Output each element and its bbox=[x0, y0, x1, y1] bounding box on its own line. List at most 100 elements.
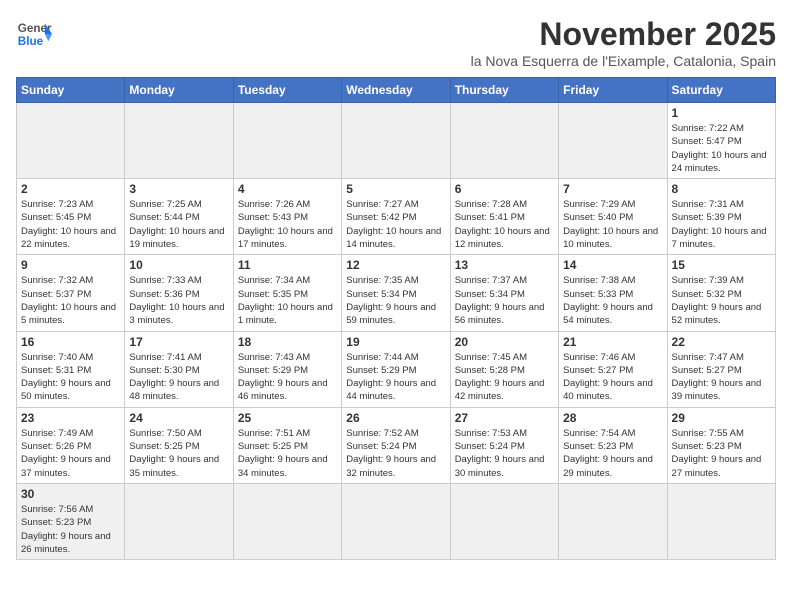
day-info: Sunrise: 7:23 AM Sunset: 5:45 PM Dayligh… bbox=[21, 198, 120, 251]
calendar-day: 20 Sunrise: 7:45 AM Sunset: 5:28 PM Dayli… bbox=[450, 331, 558, 407]
calendar-week-row: 30 Sunrise: 7:56 AM Sunset: 5:23 PM Dayli… bbox=[17, 483, 776, 559]
location-title: la Nova Esquerra de l'Eixample, Cataloni… bbox=[471, 53, 776, 69]
day-info: Sunrise: 7:53 AM Sunset: 5:24 PM Dayligh… bbox=[455, 427, 554, 480]
col-thursday: Thursday bbox=[450, 78, 558, 103]
day-info: Sunrise: 7:32 AM Sunset: 5:37 PM Dayligh… bbox=[21, 274, 120, 327]
day-info: Sunrise: 7:28 AM Sunset: 5:41 PM Dayligh… bbox=[455, 198, 554, 251]
day-number: 30 bbox=[21, 487, 120, 501]
col-monday: Monday bbox=[125, 78, 233, 103]
day-number: 4 bbox=[238, 182, 337, 196]
calendar-week-row: 1 Sunrise: 7:22 AM Sunset: 5:47 PM Daylig… bbox=[17, 103, 776, 179]
calendar-day: 7 Sunrise: 7:29 AM Sunset: 5:40 PM Daylig… bbox=[559, 179, 667, 255]
calendar-day bbox=[559, 103, 667, 179]
calendar-day bbox=[233, 483, 341, 559]
title-area: November 2025 la Nova Esquerra de l'Eixa… bbox=[471, 16, 776, 69]
calendar-day: 22Sunrise: 7:47 AM Sunset: 5:27 PM Dayli… bbox=[667, 331, 775, 407]
day-info: Sunrise: 7:26 AM Sunset: 5:43 PM Dayligh… bbox=[238, 198, 337, 251]
calendar-day: 10Sunrise: 7:33 AM Sunset: 5:36 PM Dayli… bbox=[125, 255, 233, 331]
day-number: 6 bbox=[455, 182, 554, 196]
calendar-week-row: 16 Sunrise: 7:40 AM Sunset: 5:31 PM Dayli… bbox=[17, 331, 776, 407]
day-info: Sunrise: 7:52 AM Sunset: 5:24 PM Dayligh… bbox=[346, 427, 445, 480]
logo-icon: General Blue bbox=[16, 16, 52, 52]
calendar-day bbox=[450, 483, 558, 559]
day-number: 29 bbox=[672, 411, 771, 425]
day-number: 25 bbox=[238, 411, 337, 425]
calendar-day bbox=[233, 103, 341, 179]
day-info: Sunrise: 7:44 AM Sunset: 5:29 PM Dayligh… bbox=[346, 351, 445, 404]
day-info: Sunrise: 7:38 AM Sunset: 5:33 PM Dayligh… bbox=[563, 274, 662, 327]
calendar-day: 18Sunrise: 7:43 AM Sunset: 5:29 PM Dayli… bbox=[233, 331, 341, 407]
day-info: Sunrise: 7:49 AM Sunset: 5:26 PM Dayligh… bbox=[21, 427, 120, 480]
calendar-day: 14 Sunrise: 7:38 AM Sunset: 5:33 PM Dayli… bbox=[559, 255, 667, 331]
calendar-day: 1 Sunrise: 7:22 AM Sunset: 5:47 PM Daylig… bbox=[667, 103, 775, 179]
calendar-day bbox=[17, 103, 125, 179]
day-info: Sunrise: 7:45 AM Sunset: 5:28 PM Dayligh… bbox=[455, 351, 554, 404]
calendar-week-row: 23Sunrise: 7:49 AM Sunset: 5:26 PM Dayli… bbox=[17, 407, 776, 483]
day-info: Sunrise: 7:39 AM Sunset: 5:32 PM Dayligh… bbox=[672, 274, 771, 327]
day-number: 7 bbox=[563, 182, 662, 196]
day-info: Sunrise: 7:33 AM Sunset: 5:36 PM Dayligh… bbox=[129, 274, 228, 327]
calendar-day: 19 Sunrise: 7:44 AM Sunset: 5:29 PM Dayli… bbox=[342, 331, 450, 407]
col-saturday: Saturday bbox=[667, 78, 775, 103]
header: General Blue November 2025 la Nova Esque… bbox=[16, 16, 776, 69]
day-number: 26 bbox=[346, 411, 445, 425]
logo: General Blue bbox=[16, 16, 52, 52]
day-info: Sunrise: 7:34 AM Sunset: 5:35 PM Dayligh… bbox=[238, 274, 337, 327]
calendar-day: 3 Sunrise: 7:25 AM Sunset: 5:44 PM Daylig… bbox=[125, 179, 233, 255]
day-info: Sunrise: 7:25 AM Sunset: 5:44 PM Dayligh… bbox=[129, 198, 228, 251]
day-number: 21 bbox=[563, 335, 662, 349]
day-info: Sunrise: 7:41 AM Sunset: 5:30 PM Dayligh… bbox=[129, 351, 228, 404]
calendar-day: 11Sunrise: 7:34 AM Sunset: 5:35 PM Dayli… bbox=[233, 255, 341, 331]
day-info: Sunrise: 7:56 AM Sunset: 5:23 PM Dayligh… bbox=[21, 503, 120, 556]
day-info: Sunrise: 7:27 AM Sunset: 5:42 PM Dayligh… bbox=[346, 198, 445, 251]
calendar-day: 16 Sunrise: 7:40 AM Sunset: 5:31 PM Dayli… bbox=[17, 331, 125, 407]
day-info: Sunrise: 7:50 AM Sunset: 5:25 PM Dayligh… bbox=[129, 427, 228, 480]
day-number: 15 bbox=[672, 258, 771, 272]
day-number: 8 bbox=[672, 182, 771, 196]
day-info: Sunrise: 7:43 AM Sunset: 5:29 PM Dayligh… bbox=[238, 351, 337, 404]
calendar-day: 17 Sunrise: 7:41 AM Sunset: 5:30 PM Dayli… bbox=[125, 331, 233, 407]
calendar-day bbox=[125, 103, 233, 179]
svg-text:Blue: Blue bbox=[18, 35, 44, 48]
calendar-day bbox=[342, 483, 450, 559]
day-number: 20 bbox=[455, 335, 554, 349]
calendar-day bbox=[667, 483, 775, 559]
calendar-week-row: 9Sunrise: 7:32 AM Sunset: 5:37 PM Daylig… bbox=[17, 255, 776, 331]
day-number: 1 bbox=[672, 106, 771, 120]
day-info: Sunrise: 7:40 AM Sunset: 5:31 PM Dayligh… bbox=[21, 351, 120, 404]
day-number: 28 bbox=[563, 411, 662, 425]
day-info: Sunrise: 7:55 AM Sunset: 5:23 PM Dayligh… bbox=[672, 427, 771, 480]
col-wednesday: Wednesday bbox=[342, 78, 450, 103]
calendar-day: 25Sunrise: 7:51 AM Sunset: 5:25 PM Dayli… bbox=[233, 407, 341, 483]
day-number: 27 bbox=[455, 411, 554, 425]
calendar-week-row: 2Sunrise: 7:23 AM Sunset: 5:45 PM Daylig… bbox=[17, 179, 776, 255]
calendar-day: 6 Sunrise: 7:28 AM Sunset: 5:41 PM Daylig… bbox=[450, 179, 558, 255]
day-number: 19 bbox=[346, 335, 445, 349]
day-info: Sunrise: 7:22 AM Sunset: 5:47 PM Dayligh… bbox=[672, 122, 771, 175]
col-sunday: Sunday bbox=[17, 78, 125, 103]
col-friday: Friday bbox=[559, 78, 667, 103]
calendar-day: 26 Sunrise: 7:52 AM Sunset: 5:24 PM Dayli… bbox=[342, 407, 450, 483]
day-info: Sunrise: 7:29 AM Sunset: 5:40 PM Dayligh… bbox=[563, 198, 662, 251]
day-number: 3 bbox=[129, 182, 228, 196]
calendar-day: 27 Sunrise: 7:53 AM Sunset: 5:24 PM Dayli… bbox=[450, 407, 558, 483]
day-number: 16 bbox=[21, 335, 120, 349]
day-info: Sunrise: 7:37 AM Sunset: 5:34 PM Dayligh… bbox=[455, 274, 554, 327]
calendar: Sunday Monday Tuesday Wednesday Thursday… bbox=[16, 77, 776, 560]
day-number: 5 bbox=[346, 182, 445, 196]
day-number: 24 bbox=[129, 411, 228, 425]
calendar-day bbox=[125, 483, 233, 559]
day-number: 13 bbox=[455, 258, 554, 272]
day-number: 12 bbox=[346, 258, 445, 272]
month-title: November 2025 bbox=[471, 16, 776, 53]
calendar-day: 2Sunrise: 7:23 AM Sunset: 5:45 PM Daylig… bbox=[17, 179, 125, 255]
calendar-day bbox=[559, 483, 667, 559]
day-number: 14 bbox=[563, 258, 662, 272]
day-info: Sunrise: 7:35 AM Sunset: 5:34 PM Dayligh… bbox=[346, 274, 445, 327]
col-tuesday: Tuesday bbox=[233, 78, 341, 103]
calendar-day: 21Sunrise: 7:46 AM Sunset: 5:27 PM Dayli… bbox=[559, 331, 667, 407]
day-info: Sunrise: 7:54 AM Sunset: 5:23 PM Dayligh… bbox=[563, 427, 662, 480]
day-number: 17 bbox=[129, 335, 228, 349]
calendar-day: 5 Sunrise: 7:27 AM Sunset: 5:42 PM Daylig… bbox=[342, 179, 450, 255]
day-info: Sunrise: 7:31 AM Sunset: 5:39 PM Dayligh… bbox=[672, 198, 771, 251]
